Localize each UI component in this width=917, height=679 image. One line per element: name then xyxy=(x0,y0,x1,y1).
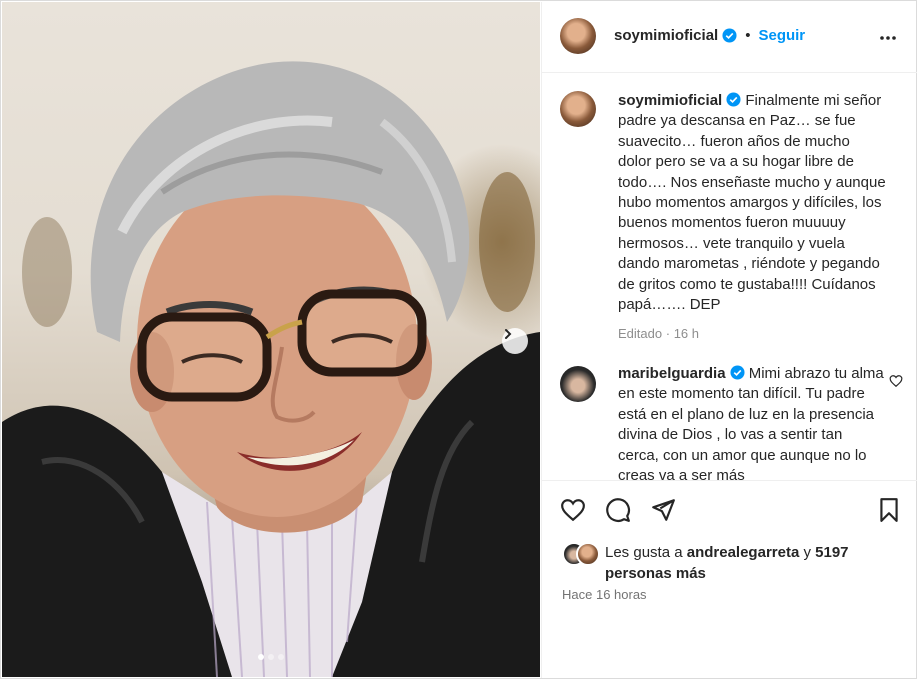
save-bookmark-icon[interactable] xyxy=(876,497,902,523)
comment: maribelguardia Mimi abrazo tu alma en es… xyxy=(618,364,886,480)
commenter-avatar[interactable] xyxy=(560,366,596,402)
comment-text: Mimi abrazo tu alma en este momento tan … xyxy=(618,365,884,480)
carousel-dot xyxy=(268,654,274,660)
instagram-post-window: soymimioficial • Seguir soymimioficial F… xyxy=(0,0,917,679)
caption-meta: Editado · 16 h xyxy=(618,324,886,344)
liker-avatar[interactable] xyxy=(576,542,600,566)
next-image-button[interactable] xyxy=(502,328,528,354)
likes-count[interactable]: 5197 xyxy=(815,544,848,561)
follow-button[interactable]: Seguir xyxy=(758,27,805,44)
action-bar xyxy=(542,480,917,541)
verified-badge-icon xyxy=(722,28,737,43)
caption-text: Finalmente mi señor padre ya descansa en… xyxy=(618,92,886,314)
edited-label: Editado xyxy=(618,326,663,342)
likes-connector: y xyxy=(803,544,811,561)
likes-text: Les gusta a andrealegarreta y 5197 perso… xyxy=(605,542,895,584)
like-comment-heart-icon[interactable] xyxy=(889,374,903,388)
post-side-panel: soymimioficial • Seguir soymimioficial F… xyxy=(541,2,917,678)
verified-badge-icon xyxy=(730,365,745,380)
likes-suffix[interactable]: personas más xyxy=(605,565,706,582)
caption-author-avatar[interactable] xyxy=(560,91,596,127)
post-timestamp[interactable]: Hace 16 horas xyxy=(562,587,647,602)
likes-prefix: Les gusta a xyxy=(605,544,683,561)
post-header: soymimioficial • Seguir xyxy=(542,2,917,73)
liker-username[interactable]: andrealegarreta xyxy=(687,544,800,561)
carousel-dot xyxy=(278,654,284,660)
verified-badge-icon xyxy=(726,92,741,107)
carousel-dot-active xyxy=(258,654,264,660)
more-horizontal-icon[interactable] xyxy=(878,28,898,48)
caption: soymimioficial Finalmente mi señor padre… xyxy=(618,91,886,345)
comments-area[interactable]: soymimioficial Finalmente mi señor padre… xyxy=(542,73,917,480)
portrait-illustration xyxy=(2,61,540,677)
chevron-right-icon xyxy=(505,329,512,339)
header-separator: • xyxy=(745,27,751,44)
caption-author-username[interactable]: soymimioficial xyxy=(618,92,722,109)
meta-separator: · xyxy=(665,326,671,342)
author-username[interactable]: soymimioficial xyxy=(614,27,718,44)
comment-bubble-icon[interactable] xyxy=(605,497,631,523)
post-photo[interactable] xyxy=(2,2,540,677)
caption-age[interactable]: 16 h xyxy=(674,326,699,341)
header-user-row: soymimioficial • Seguir xyxy=(614,27,805,44)
carousel-dots xyxy=(258,654,284,660)
commenter-username[interactable]: maribelguardia xyxy=(618,365,726,382)
like-heart-icon[interactable] xyxy=(560,497,586,523)
author-avatar[interactable] xyxy=(560,18,596,54)
share-paper-plane-icon[interactable] xyxy=(650,497,676,523)
